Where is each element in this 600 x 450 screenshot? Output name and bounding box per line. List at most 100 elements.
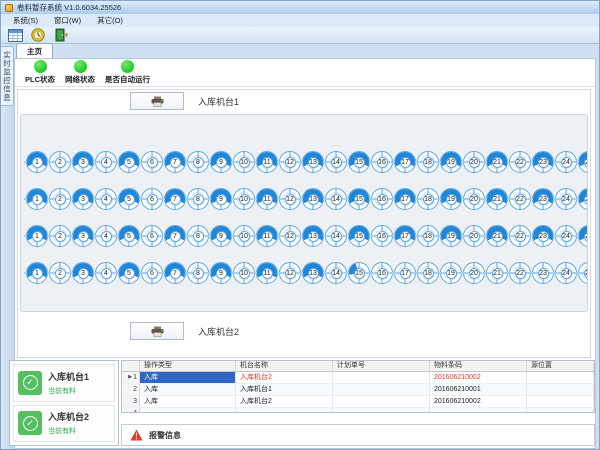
table-cell[interactable]: 入库 [140, 384, 236, 396]
table-cell[interactable] [333, 372, 430, 384]
reel-slot-3-14: 14 [325, 225, 347, 247]
reel-slot-3-25: 25 [578, 225, 588, 247]
table-cell[interactable] [333, 396, 430, 408]
reel-slot-3-5: 5 [118, 225, 140, 247]
reel-number: 15 [354, 231, 365, 242]
reel-number: 10 [239, 268, 250, 279]
calendar-button[interactable] [5, 28, 25, 43]
reel-number: 22 [515, 157, 526, 168]
table-cell[interactable]: 入库机台2 [236, 372, 333, 384]
menu-bar: 系统(S)窗口(W)其它(O) [1, 14, 599, 27]
exit-icon [55, 28, 68, 42]
reel-slot-1-6: 6 [141, 151, 163, 173]
table-cell[interactable] [430, 408, 527, 413]
station-cards-panel: ✓入库机台1当前有料✓入库机台2当前有料 [9, 360, 119, 446]
table-cell[interactable]: 201606210002 [430, 372, 527, 384]
exit-button[interactable] [51, 28, 71, 43]
table-cell[interactable] [333, 384, 430, 396]
reel-number: 3 [78, 157, 89, 168]
row-number: 2 [133, 384, 137, 395]
table-cell[interactable] [527, 396, 594, 408]
reel-slot-2-16: 16 [371, 188, 393, 210]
clock-button[interactable] [28, 28, 48, 43]
reel-slot-4-4: 4 [95, 262, 117, 284]
reel-slot-3-22: 22 [509, 225, 531, 247]
reel-slot-1-9: 9 [210, 151, 232, 173]
title-bar[interactable]: 卷料暂存系统 V1.0.6034.25526 [1, 1, 599, 14]
row-header[interactable]: 4 [122, 408, 140, 413]
table-row[interactable]: ▶1入库入库机台2 201606210002 [122, 372, 594, 384]
menu-item[interactable]: 其它(O) [89, 15, 131, 26]
reel-number: 14 [331, 231, 342, 242]
reel-slot-2-8: 8 [187, 188, 209, 210]
reel-number: 17 [400, 231, 411, 242]
reel-slot-4-11: 11 [256, 262, 278, 284]
reel-number: 3 [78, 268, 89, 279]
table-cell[interactable]: 201606210002 [430, 396, 527, 408]
reel-number: 11 [262, 231, 273, 242]
reel-number: 4 [101, 157, 112, 168]
reel-number: 12 [285, 194, 296, 205]
column-header[interactable]: 物料条码 [430, 361, 527, 371]
reel-number: 22 [515, 194, 526, 205]
reel-number: 23 [538, 194, 549, 205]
column-header[interactable]: 操作类型 [140, 361, 236, 371]
reel-number: 18 [423, 194, 434, 205]
column-header[interactable]: 源位置 [527, 361, 594, 371]
stations-panel: 入库机台1 1234567891011121314151617181920212… [17, 89, 591, 358]
table-cell[interactable] [333, 408, 430, 413]
reel-number: 2 [55, 268, 66, 279]
reel-slot-3-20: 20 [463, 225, 485, 247]
status-indicator: PLC状态 [25, 60, 55, 85]
table-cell[interactable]: 入库机台2 [236, 396, 333, 408]
status-label: PLC状态 [25, 74, 55, 85]
reel-slot-2-12: 12 [279, 188, 301, 210]
table-cell[interactable] [527, 384, 594, 396]
table-cell[interactable]: 入库 [140, 372, 236, 384]
reel-slot-4-17: 17 [394, 262, 416, 284]
table-cell[interactable]: 入库机台1 [236, 384, 333, 396]
table-cell[interactable] [527, 372, 594, 384]
station2-header: 入库机台2 [18, 320, 590, 342]
reel-number: 21 [492, 194, 503, 205]
reel-number: 9 [216, 157, 227, 168]
reel-slot-1-24: 24 [555, 151, 577, 173]
side-tab-monitor[interactable]: 实时监控信息 [1, 46, 14, 106]
table-row[interactable]: 3入库入库机台2 201606210002 [122, 396, 594, 408]
reel-slot-4-25: 25 [578, 262, 588, 284]
reel-number: 24 [561, 268, 572, 279]
table-cell[interactable] [527, 408, 594, 413]
task-table[interactable]: 操作类型机台名称计划单号物料条码源位置 ▶1入库入库机台2 201606210002… [121, 360, 595, 413]
table-cell[interactable]: 201606210001 [430, 384, 527, 396]
print-button-station1[interactable] [130, 92, 184, 110]
reel-slot-2-3: 3 [72, 188, 94, 210]
station-card: ✓入库机台1当前有料 [13, 364, 115, 402]
reel-number: 8 [193, 231, 204, 242]
reel-slot-3-10: 10 [233, 225, 255, 247]
menu-item[interactable]: 系统(S) [5, 15, 46, 26]
menu-item[interactable]: 窗口(W) [46, 15, 89, 26]
reel-number: 1 [32, 194, 43, 205]
table-cell[interactable] [236, 408, 333, 413]
table-row[interactable]: 4 [122, 408, 594, 413]
row-header[interactable]: 2 [122, 384, 140, 396]
reel-slot-2-14: 14 [325, 188, 347, 210]
reel-slot-4-3: 3 [72, 262, 94, 284]
table-cell[interactable]: 入库 [140, 396, 236, 408]
reel-slot-1-5: 5 [118, 151, 140, 173]
print-button-station2[interactable] [130, 322, 184, 340]
reel-slot-2-5: 5 [118, 188, 140, 210]
row-header[interactable]: 3 [122, 396, 140, 408]
table-cell[interactable] [140, 408, 236, 413]
column-header[interactable]: 机台名称 [236, 361, 333, 371]
reel-number: 22 [515, 231, 526, 242]
table-row[interactable]: 2入库入库机台1 201606210001 [122, 384, 594, 396]
tab-home[interactable]: 主页 [16, 43, 53, 58]
row-header[interactable]: ▶1 [122, 372, 140, 384]
reel-slot-4-6: 6 [141, 262, 163, 284]
reel-number: 16 [377, 194, 388, 205]
reel-number: 15 [354, 194, 365, 205]
column-header[interactable]: 计划单号 [333, 361, 430, 371]
reel-number: 17 [400, 194, 411, 205]
reel-slot-4-19: 19 [440, 262, 462, 284]
